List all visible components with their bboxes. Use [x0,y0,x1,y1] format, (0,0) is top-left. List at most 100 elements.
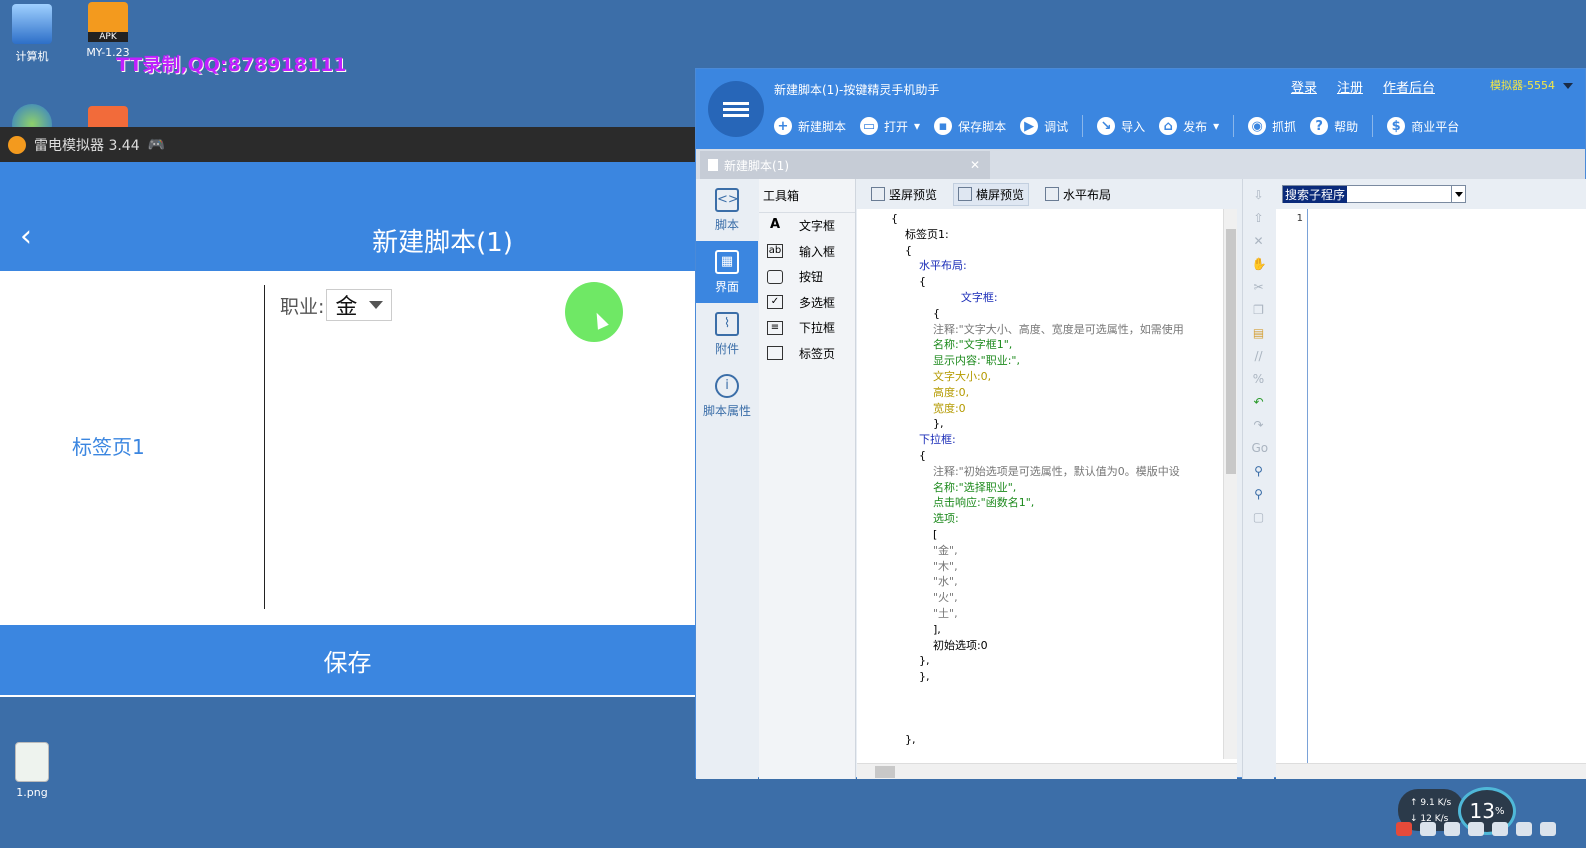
code-line[interactable]: 点击响应:"函数名1", [891,495,1184,511]
code-line[interactable]: { [891,306,1184,322]
undo-icon[interactable]: ↶ [1252,395,1266,409]
code-line[interactable]: 选项: [891,511,1184,527]
page-icon[interactable]: ▢ [1252,510,1266,524]
tool-button[interactable]: 按钮 [759,264,855,290]
landscape-preview-button[interactable]: 横屏预览 [953,182,1030,206]
code-line[interactable]: 下拉框: [891,432,1184,448]
grab-button[interactable]: ◉ 抓抓 [1248,117,1296,135]
tray-icon[interactable] [1444,822,1460,836]
find-icon[interactable]: ⚲ [1252,464,1266,478]
desktop-icon-png[interactable]: 1.png [0,742,64,799]
help-button[interactable]: ? 帮助 [1310,117,1358,135]
cut-icon[interactable]: ✂ [1252,280,1266,294]
code-line[interactable]: }, [891,416,1184,432]
code-line[interactable]: 标签页1: [891,227,1184,243]
paste-icon[interactable]: ▤ [1252,326,1266,340]
code-line[interactable]: [ [891,527,1184,543]
code-line[interactable]: 宽度:0 [891,401,1184,417]
code-line[interactable]: 名称:"选择职业", [891,480,1184,496]
tray-icon[interactable] [1492,822,1508,836]
code-horizontal-scrollbar[interactable] [857,763,1237,779]
code-line[interactable] [891,701,1184,717]
publish-button[interactable]: ⌂ 发布 ▾ [1159,117,1219,135]
gamepad-icon[interactable]: 🎮 [148,137,165,153]
nav-attachment[interactable]: ⌇ 附件 [696,303,758,365]
code-line[interactable]: }, [891,669,1184,685]
menu-icon[interactable] [708,81,764,137]
market-button[interactable]: $ 商业平台 [1387,117,1459,135]
code-line[interactable]: 注释:"初始选项是可选属性，默认值为0。模版中设 [891,464,1184,480]
tool-icon[interactable] [1540,822,1556,836]
code-line[interactable]: "土", [891,606,1184,622]
code-line[interactable]: 初始选项:0 [891,638,1184,654]
code-line[interactable]: 水平布局: [891,258,1184,274]
tool-tabpage[interactable]: 标签页 [759,341,855,367]
code-line[interactable] [891,717,1184,733]
login-link[interactable]: 登录 [1291,77,1317,96]
code-line[interactable]: 注释:"文字大小、高度、宽度是可选属性，如需使用 [891,322,1184,338]
code-line[interactable]: 文字大小:0, [891,369,1184,385]
close-tab-icon[interactable]: ✕ [970,158,980,172]
job-select[interactable]: 金 [326,289,393,321]
code-line[interactable]: ], [891,622,1184,638]
save-button[interactable]: 保存 [0,625,695,695]
code-line[interactable]: 高度:0, [891,385,1184,401]
code-line[interactable]: { [891,448,1184,464]
tray-icon[interactable] [1420,822,1436,836]
code-line[interactable]: 名称:"文字框1", [891,337,1184,353]
device-selector[interactable]: 模拟器-5554 [1490,77,1555,93]
nav-properties[interactable]: i 脚本属性 [696,365,758,427]
tool-dropdown[interactable]: ≡ 下拉框 [759,315,855,341]
code-vertical-scrollbar[interactable] [1223,209,1237,759]
hand-icon[interactable]: ✋ [1252,257,1267,271]
tool-input[interactable]: ab 输入框 [759,239,855,265]
code-line[interactable]: "火", [891,590,1184,606]
code-line[interactable]: "水", [891,574,1184,590]
desktop-icon-computer[interactable]: 计算机 [0,4,64,64]
comment-icon[interactable]: // [1252,349,1266,363]
copy-icon[interactable]: ❐ [1252,303,1266,317]
emulator-titlebar[interactable]: 雷电模拟器 3.44 🎮 [0,127,695,162]
replace-icon[interactable]: ⚲ [1252,487,1266,501]
delete-icon[interactable]: ✕ [1252,234,1266,248]
ime-icon[interactable] [1396,822,1412,836]
register-link[interactable]: 注册 [1337,77,1363,96]
document-tab[interactable]: 新建脚本(1) ✕ [700,151,990,179]
code-line[interactable]: "金", [891,543,1184,559]
horizontal-layout-button[interactable]: 水平布局 [1041,184,1115,205]
nav-script[interactable]: <> 脚本 [696,179,758,241]
code-line[interactable]: { [891,274,1184,290]
code-line[interactable]: }, [891,732,1184,748]
new-script-button[interactable]: + 新建脚本 [774,117,846,135]
code-line[interactable]: }, [891,653,1184,669]
import-button[interactable]: ↘ 导入 [1097,117,1145,135]
subroutine-search-select[interactable]: 搜索子程序 [1282,185,1466,203]
scroll-thumb[interactable] [1226,229,1236,474]
subroutine-horizontal-scrollbar[interactable] [1276,763,1586,779]
portrait-preview-button[interactable]: 竖屏预览 [867,184,941,205]
author-backend-link[interactable]: 作者后台 [1383,77,1435,96]
tab-label[interactable]: 标签页1 [72,431,145,460]
code-line[interactable]: 文字框: [891,290,1184,306]
redo-icon[interactable]: ↷ [1252,418,1266,432]
code-line[interactable]: "木", [891,559,1184,575]
open-button[interactable]: ▭ 打开 ▾ [860,117,920,135]
move-down-icon[interactable]: ⇩ [1252,188,1266,202]
select-arrow-icon[interactable] [1451,186,1465,202]
keyboard-icon[interactable] [1468,822,1484,836]
code-line[interactable]: 显示内容:"职业:", [891,353,1184,369]
move-up-icon[interactable]: ⇧ [1252,211,1266,225]
code-line[interactable]: { [891,211,1184,227]
goto-icon[interactable]: Go [1252,441,1269,455]
debug-button[interactable]: ▶ 调试 [1020,117,1068,135]
code-line[interactable] [891,685,1184,701]
scroll-thumb[interactable] [875,766,895,778]
uncomment-icon[interactable]: % [1252,372,1266,386]
code-editor[interactable]: 竖屏预览 横屏预览 水平布局 { 标签页1: { 水平布局: { 文字框: { … [857,179,1237,779]
code-line[interactable]: { [891,243,1184,259]
code-text[interactable]: { 标签页1: { 水平布局: { 文字框: { 注释:"文字大小、高度、宽度是… [891,211,1184,748]
tool-checkbox[interactable]: ✓ 多选框 [759,290,855,316]
tool-textbox[interactable]: A 文字框 [759,213,855,239]
shirt-icon[interactable] [1516,822,1532,836]
device-dropdown-icon[interactable] [1563,83,1573,89]
